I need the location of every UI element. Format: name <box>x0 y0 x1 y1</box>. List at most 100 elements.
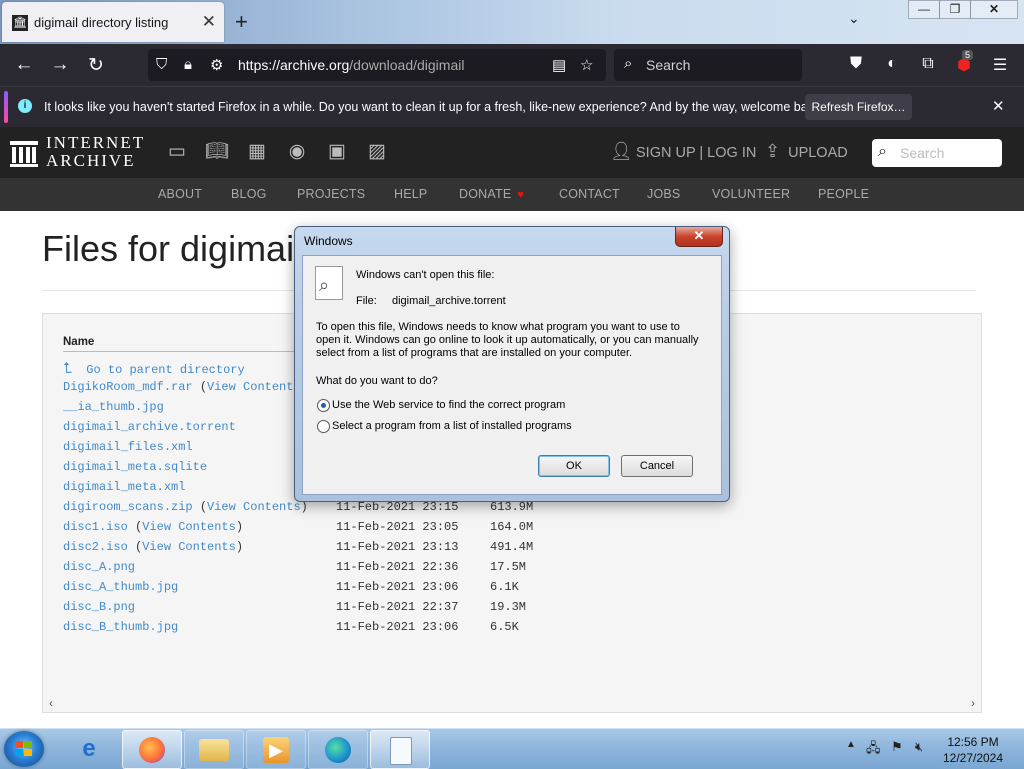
bookmark-star-icon[interactable]: ☆ <box>580 56 593 74</box>
taskbar-edge[interactable] <box>308 730 368 769</box>
ia-search-input[interactable]: ⌕ Search <box>872 139 1002 167</box>
internet-explorer-icon: e <box>82 735 96 762</box>
nav-blog[interactable]: BLOG <box>231 187 267 201</box>
software-floppy-icon[interactable]: ▣ <box>325 141 349 163</box>
file-link[interactable]: disc_A_thumb.jpg <box>63 580 178 594</box>
ia-header: INTERNET ARCHIVE ▭ 📖︎ ▦ ◉ ▣ ▨ 👤︎ SIGN UP … <box>0 127 1024 178</box>
nav-projects[interactable]: PROJECTS <box>297 187 365 201</box>
url-text[interactable]: https://archive.org/download/digimail <box>238 57 464 73</box>
scroll-right-icon[interactable]: › <box>971 696 975 710</box>
nav-jobs[interactable]: JOBS <box>647 187 680 201</box>
media-type-icons: ▭ 📖︎ ▦ ◉ ▣ ▨ <box>165 141 389 163</box>
file-link[interactable]: digimail_files.xml <box>63 440 193 454</box>
reload-icon[interactable]: ↻ <box>84 54 108 77</box>
clock[interactable]: 12:56 PM 12/27/2024 <box>940 734 1006 766</box>
taskbar-internet-explorer[interactable]: e <box>60 730 118 767</box>
file-link[interactable]: disc1.iso <box>63 520 128 534</box>
web-icon[interactable]: ▭ <box>165 141 189 163</box>
ok-button[interactable]: OK <box>538 455 610 477</box>
texts-book-icon[interactable]: 📖︎ <box>205 141 229 163</box>
file-link[interactable]: disc_B.png <box>63 600 135 614</box>
action-center-flag-icon[interactable]: ⚑ <box>891 739 903 755</box>
permissions-icon[interactable]: ⚙ <box>210 56 223 74</box>
audio-speaker-icon[interactable]: ◉ <box>285 141 309 163</box>
file-date: 11-Feb-2021 22:37 <box>336 600 459 614</box>
tracking-shield-icon[interactable]: ⛉ <box>156 56 167 73</box>
cancel-button[interactable]: Cancel <box>621 455 693 477</box>
dialog-title: Windows <box>304 234 353 248</box>
menu-hamburger-icon[interactable]: ☰ <box>989 55 1011 75</box>
tab-digimail[interactable]: 🏛 digimail directory listing ✕ <box>2 2 224 42</box>
nav-people[interactable]: PEOPLE <box>818 187 869 201</box>
pocket-icon[interactable]: ⛊ <box>845 55 867 73</box>
taskbar-file-explorer[interactable] <box>184 730 244 769</box>
network-icon[interactable]: 🖧︎ <box>866 739 881 761</box>
nav-about[interactable]: ABOUT <box>158 187 202 201</box>
notification-close-icon[interactable]: ✕ <box>992 97 1005 115</box>
view-contents-link[interactable]: View Contents <box>207 500 301 514</box>
list-all-tabs-chevron-icon[interactable]: ⌄ <box>848 10 860 27</box>
notification-bar: i It looks like you haven't started Fire… <box>0 86 1024 127</box>
file-link[interactable]: digimail_meta.xml <box>63 480 185 494</box>
nav-contact[interactable]: CONTACT <box>559 187 620 201</box>
url-bar[interactable]: ⛉ 🔒︎ ⚙ https://archive.org/download/digi… <box>148 49 606 81</box>
dialog-body-line2: open it. Windows can go online to look i… <box>316 334 699 346</box>
nav-help[interactable]: HELP <box>394 187 427 201</box>
ia-nav: ABOUT BLOG PROJECTS HELP DONATE ♥ CONTACT… <box>0 178 1024 211</box>
search-bar[interactable]: ⌕ Search <box>614 49 802 81</box>
extension-badge: 5 <box>962 50 974 60</box>
start-button[interactable] <box>4 731 44 767</box>
file-link[interactable]: disc2.iso <box>63 540 128 554</box>
info-icon: i <box>18 99 32 113</box>
file-link[interactable]: __ia_thumb.jpg <box>63 400 164 414</box>
dialog-close-button[interactable]: ✕ <box>675 227 723 247</box>
file-link[interactable]: digimail_meta.sqlite <box>63 460 207 474</box>
minimize-button[interactable]: — <box>908 0 940 19</box>
show-hidden-icons-icon[interactable]: ▲ <box>846 739 856 750</box>
file-name: digimail_archive.torrent <box>392 295 506 307</box>
nav-volunteer[interactable]: VOLUNTEER <box>712 187 790 201</box>
file-row: digimail_meta.xml <box>63 480 185 494</box>
column-header-name[interactable]: Name <box>63 336 94 348</box>
forward-arrow-icon[interactable]: → <box>48 54 72 76</box>
restore-button[interactable]: ❐ <box>939 0 971 19</box>
taskbar-firefox[interactable] <box>122 730 182 769</box>
lock-icon[interactable]: 🔒︎ <box>184 56 192 73</box>
search-placeholder: Search <box>646 57 691 73</box>
parent-directory-link[interactable]: ⮤ Go to parent directory <box>63 361 245 378</box>
new-tab-button[interactable]: + <box>235 9 248 35</box>
view-contents-link[interactable]: View Contents <box>142 520 236 534</box>
video-film-icon[interactable]: ▦ <box>245 141 269 163</box>
back-arrow-icon[interactable]: ← <box>12 54 36 76</box>
file-link[interactable]: digiroom_scans.zip <box>63 500 193 514</box>
scroll-left-icon[interactable]: ‹ <box>49 696 53 710</box>
option-web-service-radio[interactable] <box>317 399 330 412</box>
file-size: 164.0M <box>490 520 534 534</box>
nav-donate[interactable]: DONATE ♥ <box>459 187 524 201</box>
view-contents-link[interactable]: View Contents <box>207 380 301 394</box>
upload-link[interactable]: ⇪ UPLOAD <box>765 141 848 162</box>
horizontal-scrollbar[interactable]: ‹ › <box>43 696 981 710</box>
option-select-program-label[interactable]: Select a program from a list of installe… <box>332 420 572 432</box>
file-row: disc_A_thumb.jpg 11-Feb-2021 23:06 6.1K <box>63 580 519 594</box>
view-contents-link[interactable]: View Contents <box>142 540 236 554</box>
close-window-button[interactable]: ✕ <box>970 0 1018 19</box>
window-controls: — ❐ ✕ <box>908 0 1018 19</box>
refresh-firefox-button[interactable]: Refresh Firefox… <box>805 94 912 120</box>
taskbar-media-player[interactable]: ▶ <box>246 730 306 769</box>
option-select-program-radio[interactable] <box>317 420 330 433</box>
file-link[interactable]: disc_B_thumb.jpg <box>63 620 178 634</box>
file-link[interactable]: digimail_archive.torrent <box>63 420 236 434</box>
extensions-puzzle-icon[interactable]: ⧉ <box>917 55 939 73</box>
file-link[interactable]: disc_A.png <box>63 560 135 574</box>
taskbar-blank-document[interactable] <box>370 730 430 769</box>
signup-login-link[interactable]: 👤︎ SIGN UP | LOG IN <box>610 141 756 162</box>
account-icon[interactable]: ◐ <box>881 55 903 73</box>
tab-close-icon[interactable]: ✕ <box>202 12 216 32</box>
file-link[interactable]: DigikoRoom_mdf.rar <box>63 380 193 394</box>
nav-donate-label: DONATE <box>459 187 512 201</box>
images-icon[interactable]: ▨ <box>365 141 389 163</box>
option-web-service-label[interactable]: Use the Web service to find the correct … <box>332 399 565 411</box>
reader-view-icon[interactable]: ▤ <box>552 56 566 74</box>
volume-muted-icon[interactable]: 🔇︎ <box>915 739 923 755</box>
